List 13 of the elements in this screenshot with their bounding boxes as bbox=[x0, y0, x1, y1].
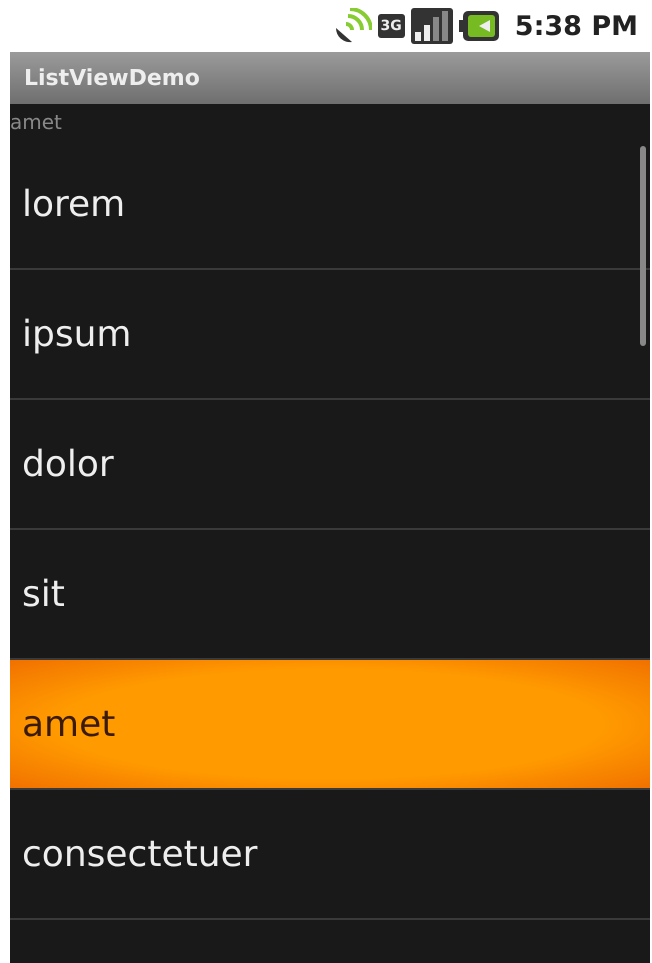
network-type-label: 3G bbox=[378, 14, 405, 38]
list-item[interactable]: consectetuer bbox=[10, 790, 650, 918]
signal-icon bbox=[410, 8, 453, 44]
list-item[interactable]: dolor bbox=[10, 400, 650, 528]
list-item[interactable]: ipsum bbox=[10, 270, 650, 398]
list-item[interactable]: lorem bbox=[10, 140, 650, 268]
clock-time: 5:38 PM bbox=[514, 10, 638, 42]
scrollbar[interactable] bbox=[640, 146, 646, 346]
selection-label: amet bbox=[10, 109, 63, 136]
list-item[interactable]: amet bbox=[10, 660, 650, 788]
app-title: ListViewDemo bbox=[24, 66, 200, 90]
battery-charging-icon bbox=[458, 11, 499, 41]
list-item[interactable]: sit bbox=[10, 530, 650, 658]
